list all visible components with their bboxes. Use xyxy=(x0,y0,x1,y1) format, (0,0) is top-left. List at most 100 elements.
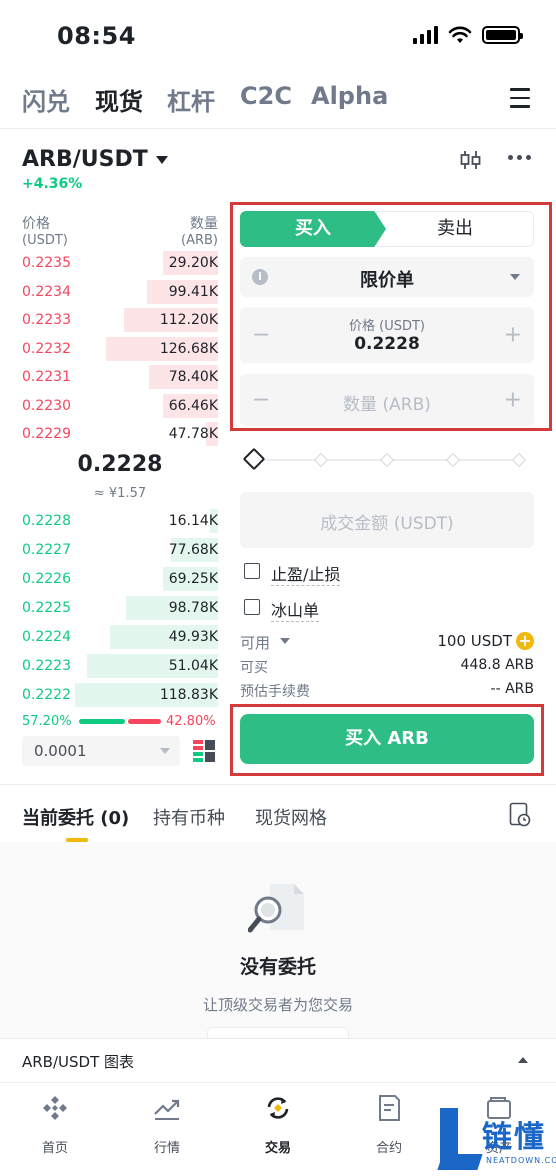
add-funds-icon[interactable]: + xyxy=(516,632,534,650)
trade-icon xyxy=(267,1097,289,1119)
slider-step-100[interactable] xyxy=(511,452,527,468)
watermark-text: 链懂 xyxy=(482,1120,546,1155)
iceberg-label: 冰山单 xyxy=(271,597,320,622)
last-price-fiat: ≈ ¥1.57 xyxy=(93,486,147,501)
fee-label: 预估手续费 xyxy=(240,684,310,700)
ask-row[interactable]: 0.2232 126.68K xyxy=(22,336,218,365)
ask-row[interactable]: 0.2235 29.20K xyxy=(22,251,218,279)
order-history-icon[interactable] xyxy=(509,802,531,828)
total-input[interactable]: 成交金额 (USDT) xyxy=(240,492,534,548)
price-input[interactable]: − 价格 (USDT) 0.2228 + xyxy=(240,307,534,363)
chevron-down-icon[interactable] xyxy=(156,156,168,164)
bid-price: 0.2223 xyxy=(22,658,71,674)
order-type-label: 限价单 xyxy=(360,270,414,291)
precision-select[interactable]: 0.0001 xyxy=(22,736,180,766)
tab-open-orders[interactable]: 当前委托 (0) xyxy=(22,804,129,830)
bid-row[interactable]: 0.2225 98.78K xyxy=(22,596,218,624)
bid-row[interactable]: 0.2222 118.83K xyxy=(22,683,218,711)
ask-row[interactable]: 0.2234 99.41K xyxy=(22,279,218,308)
battery-icon xyxy=(482,26,523,44)
candlestick-chart-icon[interactable] xyxy=(459,148,483,172)
bid-row[interactable]: 0.2227 77.68K xyxy=(22,538,218,566)
chart-drawer-title: ARB/USDT 图表 xyxy=(22,1053,135,1071)
available-value: 100 USDT xyxy=(437,632,512,650)
ob-price-unit: (USDT) xyxy=(22,233,68,248)
tab-spot-grid[interactable]: 现货网格 xyxy=(255,804,327,830)
slider-step-50[interactable] xyxy=(379,452,395,468)
available-label[interactable]: 可用 xyxy=(240,632,270,653)
ask-price: 0.2231 xyxy=(22,369,71,385)
total-placeholder: 成交金额 (USDT) xyxy=(320,514,454,534)
bid-price: 0.2227 xyxy=(22,542,71,558)
ask-price: 0.2233 xyxy=(22,312,71,328)
bid-quantity: 98.78K xyxy=(168,600,218,616)
price-change: +4.36% xyxy=(22,176,83,192)
buy-ratio-bar xyxy=(79,719,125,724)
menu-icon[interactable] xyxy=(510,88,530,108)
bid-row[interactable]: 0.2228 16.14K xyxy=(22,509,218,537)
tab-alpha[interactable]: Alpha xyxy=(311,82,388,110)
markets-icon xyxy=(154,1099,180,1120)
ob-qty-unit: (ARB) xyxy=(181,233,218,248)
chevron-down-icon[interactable] xyxy=(280,638,290,644)
quantity-increment-button[interactable]: + xyxy=(504,388,522,413)
amount-slider-thumb[interactable] xyxy=(242,447,266,471)
bid-row[interactable]: 0.2223 51.04K xyxy=(22,654,218,682)
tpsl-checkbox[interactable]: 止盈/止损 xyxy=(244,561,444,586)
sell-ratio-bar xyxy=(128,719,161,724)
ask-price: 0.2229 xyxy=(22,426,71,442)
iceberg-checkbox[interactable]: 冰山单 xyxy=(244,597,444,622)
order-type-select[interactable]: i 限价单 xyxy=(240,257,534,297)
bid-price: 0.2222 xyxy=(22,687,71,703)
nav-markets[interactable]: 行情 xyxy=(132,1093,202,1156)
chart-drawer[interactable]: ARB/USDT 图表 xyxy=(0,1038,556,1082)
tab-holdings[interactable]: 持有币种 xyxy=(153,804,225,830)
ask-row[interactable]: 0.2233 112.20K xyxy=(22,308,218,336)
chevron-up-icon[interactable] xyxy=(518,1057,528,1063)
tab-margin[interactable]: 杠杆 xyxy=(167,82,215,117)
checkbox-icon[interactable] xyxy=(244,563,260,579)
tab-c2c[interactable]: C2C xyxy=(240,82,292,110)
more-icon[interactable] xyxy=(508,155,531,160)
quantity-input[interactable]: − 数量 (ARB) + xyxy=(240,374,534,426)
chevron-down-icon xyxy=(160,748,170,754)
nav-futures[interactable]: 合约 xyxy=(354,1093,424,1156)
price-increment-button[interactable]: + xyxy=(504,323,522,348)
bid-price: 0.2224 xyxy=(22,629,71,645)
orderbook-layout-icon[interactable] xyxy=(193,740,215,762)
bid-quantity: 16.14K xyxy=(168,513,218,529)
watermark-subtext: NEATDOWN.COM xyxy=(486,1156,556,1165)
ask-quantity: 99.41K xyxy=(168,283,218,300)
ask-price: 0.2235 xyxy=(22,255,71,271)
checkbox-icon[interactable] xyxy=(244,599,260,615)
ask-row[interactable]: 0.2229 47.78K xyxy=(22,422,218,450)
tab-spot[interactable]: 现货 xyxy=(95,82,143,117)
nav-home[interactable]: 首页 xyxy=(20,1093,90,1156)
tab-convert[interactable]: 闪兑 xyxy=(22,82,70,117)
ask-quantity: 78.40K xyxy=(168,369,218,385)
status-time: 08:54 xyxy=(57,22,136,50)
sell-tab[interactable]: 卖出 xyxy=(376,211,534,247)
ask-row[interactable]: 0.2230 66.46K xyxy=(22,393,218,422)
ob-qty-header: 数量 xyxy=(190,216,218,232)
quantity-placeholder: 数量 (ARB) xyxy=(343,395,431,415)
bid-row[interactable]: 0.2224 49.93K xyxy=(22,625,218,653)
ask-row[interactable]: 0.2231 78.40K xyxy=(22,365,218,393)
slider-step-25[interactable] xyxy=(313,452,329,468)
no-orders-icon xyxy=(248,884,304,933)
buy-submit-button[interactable]: 买入 ARB xyxy=(240,714,534,764)
ask-price: 0.2232 xyxy=(22,340,71,357)
fee-value: -- ARB xyxy=(490,681,534,697)
slider-step-75[interactable] xyxy=(445,452,461,468)
nav-trade[interactable]: 交易 xyxy=(243,1093,313,1156)
watermark-logo: 链懂 NEATDOWN.COM xyxy=(437,1104,556,1176)
empty-state-title: 没有委托 xyxy=(239,956,316,978)
last-price[interactable]: 0.2228 xyxy=(0,452,240,477)
bid-row[interactable]: 0.2226 69.25K xyxy=(22,567,218,595)
bid-quantity: 69.25K xyxy=(168,571,218,587)
available-row: 可用 100 USDT + xyxy=(240,632,534,652)
pair-selector[interactable]: ARB/USDT xyxy=(22,147,148,172)
home-logo-icon xyxy=(43,1096,67,1120)
nav-home-label: 首页 xyxy=(41,1141,68,1156)
buy-tab[interactable]: 买入 xyxy=(240,211,386,247)
